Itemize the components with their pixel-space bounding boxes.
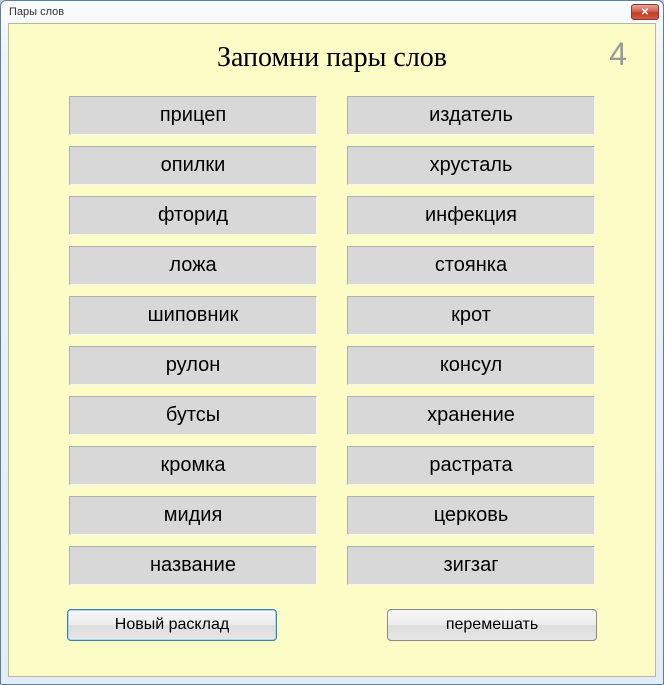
word-card[interactable]: хранение — [347, 396, 595, 435]
word-card[interactable]: мидия — [69, 496, 317, 535]
word-grid: прицеп опилки фторид ложа шиповник рулон бутсы… — [9, 96, 655, 585]
header-row: Запомни пары слов 4 — [9, 24, 655, 74]
shuffle-button[interactable]: перемешать — [387, 609, 597, 641]
word-card[interactable]: название — [69, 546, 317, 585]
page-title: Запомни пары слов — [9, 42, 655, 74]
word-card[interactable]: хрусталь — [347, 146, 595, 185]
word-card[interactable]: растрата — [347, 446, 595, 485]
word-card[interactable]: крот — [347, 296, 595, 335]
new-deal-button[interactable]: Новый расклад — [67, 609, 277, 641]
word-card[interactable]: стоянка — [347, 246, 595, 285]
word-card[interactable]: бутсы — [69, 396, 317, 435]
close-icon: ✕ — [641, 7, 649, 18]
app-window: Пары слов ✕ Запомни пары слов 4 прицеп оп… — [0, 0, 664, 685]
word-card[interactable]: прицеп — [69, 96, 317, 135]
word-card[interactable]: зигзаг — [347, 546, 595, 585]
word-card[interactable]: кромка — [69, 446, 317, 485]
close-button[interactable]: ✕ — [631, 4, 659, 20]
titlebar: Пары слов ✕ — [1, 1, 663, 23]
word-card[interactable]: церковь — [347, 496, 595, 535]
right-column: издатель хрусталь инфекция стоянка крот консу… — [347, 96, 595, 585]
round-counter: 4 — [609, 36, 627, 73]
client-area: Запомни пары слов 4 прицеп опилки фторид ло… — [8, 23, 656, 677]
word-card[interactable]: ложа — [69, 246, 317, 285]
left-column: прицеп опилки фторид ложа шиповник рулон бутсы… — [69, 96, 317, 585]
window-title: Пары слов — [9, 6, 64, 18]
word-card[interactable]: рулон — [69, 346, 317, 385]
word-card[interactable]: фторид — [69, 196, 317, 235]
word-card[interactable]: шиповник — [69, 296, 317, 335]
word-card[interactable]: консул — [347, 346, 595, 385]
button-row: Новый расклад перемешать — [9, 609, 655, 641]
word-card[interactable]: инфекция — [347, 196, 595, 235]
word-card[interactable]: опилки — [69, 146, 317, 185]
word-card[interactable]: издатель — [347, 96, 595, 135]
